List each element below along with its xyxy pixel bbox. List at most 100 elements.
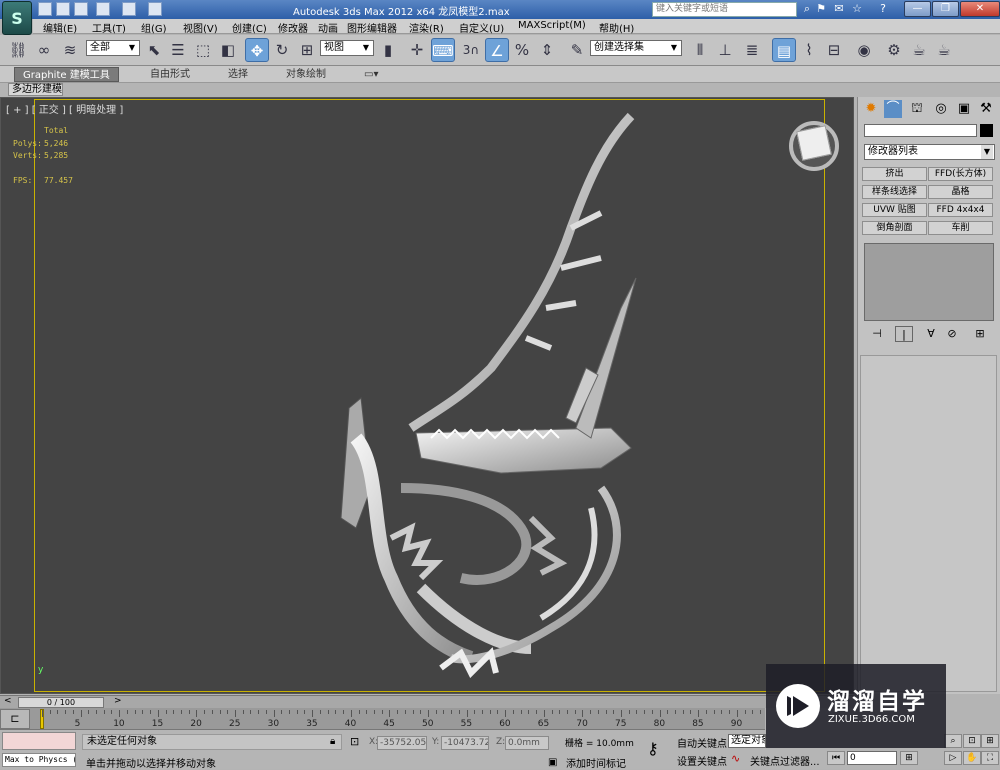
modifier-button-ffd-4x4x4[interactable]: FFD 4x4x4 [928, 203, 993, 217]
spinner-snap-icon[interactable]: ⇕ [535, 38, 559, 62]
field-of-view-icon[interactable]: ▷ [944, 751, 962, 765]
edit-named-selection-icon[interactable]: ✎ [565, 38, 589, 62]
modifier-button-extrude[interactable]: 挤出 [862, 167, 927, 181]
set-key-button[interactable]: 设置关键点 [677, 753, 727, 768]
select-object-icon[interactable]: ⬉ [142, 38, 166, 62]
select-by-name-icon[interactable]: ☰ [166, 38, 190, 62]
mini-curve-editor-icon[interactable]: ⊏ [0, 709, 30, 729]
x-coord-field[interactable]: -35752.055 [377, 736, 427, 750]
key-filters-button[interactable]: 关键点过滤器... [750, 753, 820, 768]
minimize-button[interactable]: — [904, 1, 931, 17]
percent-snap-icon[interactable]: % [510, 38, 534, 62]
modifier-button-bevel-profile[interactable]: 倒角剖面 [862, 221, 927, 235]
maxscript-listener-pink[interactable] [2, 732, 76, 750]
menu-customize[interactable]: 自定义(U) [459, 20, 504, 35]
remove-modifier-icon[interactable]: ⊘ [943, 326, 961, 342]
time-slider-next-button[interactable]: > [114, 696, 122, 706]
menu-help[interactable]: 帮助(H) [599, 20, 634, 35]
align-icon[interactable]: ⊥ [713, 38, 737, 62]
configure-modifier-sets-icon[interactable]: ⊞ [971, 326, 989, 342]
display-tab-icon[interactable]: ▣ [955, 100, 973, 118]
new-file-icon[interactable] [38, 2, 52, 16]
y-coord-field[interactable]: -10473.726 [441, 736, 489, 750]
menu-create[interactable]: 创建(C) [232, 20, 267, 35]
rendered-frame-window-icon[interactable]: ☕ [907, 38, 931, 62]
zoom-all-icon[interactable]: ⊞ [981, 734, 999, 748]
reference-coordinate-dropdown[interactable]: 视图 ▼ [320, 40, 374, 56]
time-slider-handle[interactable]: 0 / 100 [18, 697, 104, 708]
graphite-toggle-icon[interactable]: ▤ [772, 38, 796, 62]
menu-edit[interactable]: 编辑(E) [43, 20, 77, 35]
current-frame-field[interactable]: 0 [847, 751, 897, 765]
add-time-tag-button[interactable]: 添加时间标记 [566, 755, 626, 770]
viewcube-face[interactable] [796, 125, 832, 161]
render-production-icon[interactable]: ☕ [932, 38, 956, 62]
keyboard-shortcut-override-icon[interactable]: ⌨ [431, 38, 455, 62]
time-tag-icon[interactable]: ▣ [548, 757, 557, 768]
menu-animation[interactable]: 动画 [318, 20, 338, 35]
show-end-result-icon[interactable]: | [895, 326, 913, 342]
quick-access-dropdown-icon[interactable] [148, 2, 162, 16]
modifier-button-ffd-box[interactable]: FFD(长方体) [928, 167, 993, 181]
time-slider-prev-button[interactable]: < [4, 696, 12, 706]
modifier-button-lattice[interactable]: 晶格 [928, 185, 993, 199]
search-input[interactable]: 键入关键字或短语 [652, 2, 797, 17]
menu-rendering[interactable]: 渲染(R) [409, 20, 444, 35]
menu-maxscript[interactable]: MAXScript(M) [518, 20, 586, 31]
tab-object-paint[interactable]: 对象绘制 [278, 67, 334, 82]
modifier-list-dropdown[interactable]: 修改器列表 ▼ [864, 144, 995, 160]
schematic-view-icon[interactable]: ⊟ [822, 38, 846, 62]
modify-tab-icon[interactable]: ⌒ [884, 100, 902, 118]
modifier-stack[interactable] [864, 243, 994, 321]
hierarchy-tab-icon[interactable]: ⛫ [908, 100, 926, 118]
save-file-icon[interactable] [74, 2, 88, 16]
maximize-viewport-icon[interactable]: ⛶ [981, 751, 999, 765]
select-and-move-icon[interactable]: ✥ [245, 38, 269, 62]
time-config-icon[interactable]: ⊞ [900, 751, 918, 765]
select-and-rotate-icon[interactable]: ↻ [270, 38, 294, 62]
object-color-swatch[interactable] [980, 124, 993, 137]
mirror-icon[interactable]: ⫴ [688, 38, 712, 62]
auto-key-selection-dropdown[interactable]: 选定对象 [728, 734, 766, 748]
zoom-extents-icon[interactable]: ⊡ [963, 734, 981, 748]
create-tab-icon[interactable]: ✹ [862, 100, 880, 118]
viewport-label-menu[interactable]: [ + ] [ 正交 ] [ 明暗处理 ] [6, 101, 123, 116]
menu-modifiers[interactable]: 修改器 [278, 20, 308, 35]
time-slider[interactable]: < 0 / 100 > [0, 695, 854, 708]
app-logo-icon[interactable]: S [2, 1, 32, 35]
menu-graph-editors[interactable]: 图形编辑器 [347, 20, 397, 35]
window-crossing-icon[interactable]: ◧ [216, 38, 240, 62]
selection-filter-dropdown[interactable]: 全部 ▼ [86, 40, 140, 56]
favorites-icon[interactable]: ☆ [850, 2, 864, 16]
pan-view-icon[interactable]: ✋ [963, 751, 981, 765]
help-icon[interactable]: ? [876, 2, 890, 16]
modifier-button-lathe[interactable]: 车削 [928, 221, 993, 235]
tab-selection[interactable]: 选择 [220, 67, 256, 82]
infocenter-icon[interactable]: ⚑ [814, 2, 828, 16]
object-name-field[interactable] [864, 124, 977, 137]
select-and-scale-icon[interactable]: ⊞ [295, 38, 319, 62]
menu-group[interactable]: 组(G) [141, 20, 167, 35]
rectangular-selection-icon[interactable]: ⬚ [191, 38, 215, 62]
modifier-button-uvw-map[interactable]: UVW 贴图 [862, 203, 927, 217]
close-button[interactable]: ✕ [960, 1, 1000, 17]
undo-icon[interactable] [96, 2, 110, 16]
render-setup-icon[interactable]: ⚙ [882, 38, 906, 62]
absolute-mode-transform-icon[interactable]: ⊡ [350, 735, 359, 748]
open-file-icon[interactable] [56, 2, 70, 16]
perspective-viewport[interactable]: [ + ] [ 正交 ] [ 明暗处理 ] Total Polys: 5,246… [0, 97, 854, 694]
bind-space-warp-icon[interactable]: ≋ [58, 38, 82, 62]
unlink-icon[interactable]: ∞ [32, 38, 56, 62]
selection-lock-icon[interactable]: 🔒︎ [330, 736, 335, 747]
motion-tab-icon[interactable]: ◎ [932, 100, 950, 118]
named-selection-dropdown[interactable]: 创建选择集 ▼ [590, 40, 682, 56]
track-bar[interactable]: ⊏ 5 10 15 20 25 30 35 40 45 50 55 60 65 70 75 80 85 90 [0, 708, 765, 730]
redo-icon[interactable] [122, 2, 136, 16]
menu-tools[interactable]: 工具(T) [92, 20, 126, 35]
material-editor-icon[interactable]: ◉ [852, 38, 876, 62]
tab-freeform[interactable]: 自由形式 [142, 67, 198, 82]
maxscript-listener-input[interactable]: Max to Physcs ( [2, 753, 76, 767]
go-to-start-icon[interactable]: ⏮ [827, 751, 845, 765]
z-coord-field[interactable]: 0.0mm [505, 736, 549, 750]
pin-stack-icon[interactable]: ⊣ [868, 326, 886, 342]
